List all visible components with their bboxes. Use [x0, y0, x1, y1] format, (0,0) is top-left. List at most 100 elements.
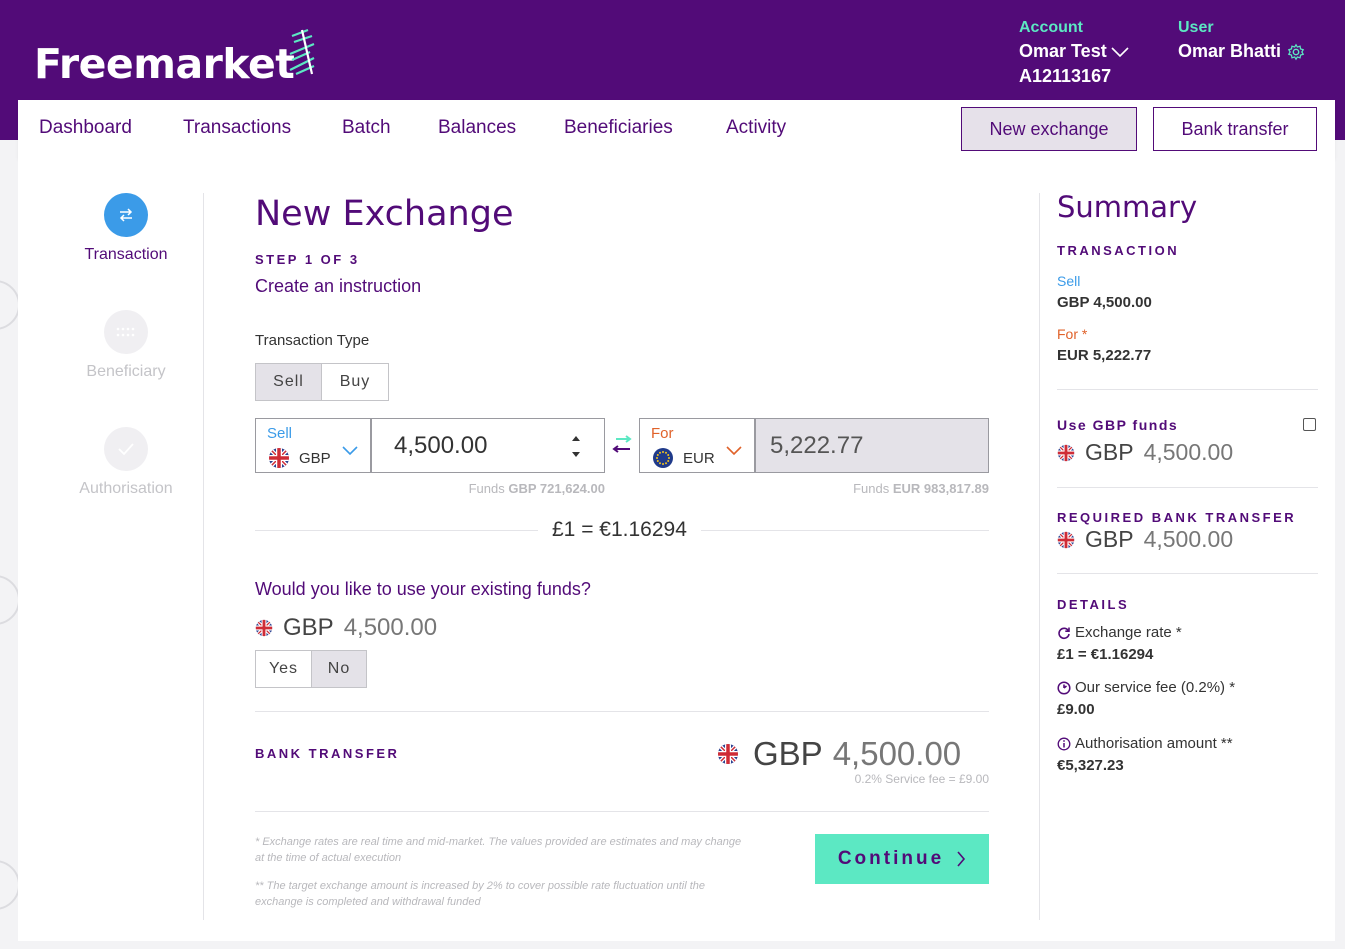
nav-batch[interactable]: Batch	[342, 117, 391, 139]
chevron-right-icon	[957, 851, 966, 867]
step-circle	[104, 310, 148, 354]
no-toggle[interactable]: No	[312, 651, 366, 687]
use-funds-checkbox[interactable]	[1303, 418, 1316, 431]
sell-currency-code: GBP	[299, 449, 331, 467]
nav-beneficiaries[interactable]: Beneficiaries	[564, 117, 673, 139]
summary-transaction-label: TRANSACTION	[1057, 243, 1180, 258]
transaction-type-toggle: Sell Buy	[255, 363, 389, 401]
page-title: New Exchange	[255, 194, 514, 234]
account-switcher[interactable]: Account Omar Test A12113167	[1019, 19, 1129, 87]
buy-toggle[interactable]: Buy	[322, 364, 388, 400]
check-icon	[118, 443, 134, 456]
background-decoration	[0, 575, 20, 625]
swap-icon	[119, 208, 133, 222]
exchange-rate: £1 = €1.16294	[538, 518, 701, 542]
summary-sell-label: Sell	[1057, 273, 1081, 289]
stepper-authorisation: Authorisation	[56, 427, 196, 498]
background-decoration	[0, 280, 20, 330]
step-label: Beneficiary	[86, 363, 166, 380]
use-funds-toggle: Yes No	[255, 650, 367, 688]
summary-for-value: EUR 5,222.77	[1057, 347, 1152, 364]
user-name[interactable]: Omar Bhatti	[1178, 41, 1305, 62]
footnote-target-amount: ** The target exchange amount is increas…	[255, 880, 706, 908]
divider	[255, 711, 989, 712]
chevron-down-icon	[342, 446, 358, 456]
exchange-card: Transaction Beneficiary Authorisation Ne…	[18, 158, 1335, 941]
chevron-down-icon	[726, 446, 742, 456]
sell-funds-balance: Funds GBP 721,624.00	[468, 481, 605, 496]
account-id: A12113167	[1019, 66, 1112, 86]
sell-label: Sell	[267, 425, 293, 442]
swap-arrows-icon[interactable]	[610, 435, 634, 455]
transaction-type-label: Transaction Type	[255, 332, 370, 349]
uk-flag-icon	[269, 448, 289, 468]
authorisation-amount-row: Authorisation amount **	[1057, 735, 1233, 752]
background-decoration	[0, 860, 20, 910]
step-label: Authorisation	[79, 480, 173, 497]
exchange-rate-row: Exchange rate *	[1057, 624, 1182, 641]
nav-balances[interactable]: Balances	[438, 117, 516, 139]
step-indicator: STEP 1 OF 3	[255, 252, 360, 267]
exchange-rate-value: £1 = €1.16294	[1057, 646, 1154, 663]
summary-title: Summary	[1057, 190, 1198, 224]
continue-button[interactable]: Continue	[815, 834, 989, 884]
stepper-transaction: Transaction	[56, 193, 196, 264]
for-currency-select[interactable]: For EUR	[639, 418, 755, 473]
account-label: Account	[1019, 19, 1083, 36]
divider	[1039, 193, 1040, 920]
gear-icon[interactable]	[1287, 43, 1305, 61]
refresh-icon	[1058, 626, 1070, 639]
required-transfer-label: REQUIRED BANK TRANSFER	[1057, 510, 1297, 525]
divider	[1057, 573, 1318, 574]
service-fee-note: 0.2% Service fee = £9.00	[854, 772, 989, 786]
eu-flag-icon	[653, 448, 673, 468]
sell-currency-select[interactable]: Sell GBP	[255, 418, 371, 473]
clock-icon	[1057, 680, 1071, 695]
uk-flag-icon	[718, 744, 738, 764]
nav-activity[interactable]: Activity	[726, 117, 786, 139]
step-label: Transaction	[84, 246, 168, 263]
service-fee-row: Our service fee (0.2%) *	[1057, 679, 1235, 696]
dots-icon	[116, 327, 135, 337]
uk-flag-icon	[1057, 444, 1075, 461]
page-subtitle: Create an instruction	[255, 276, 422, 296]
for-label: For	[651, 425, 674, 442]
summary-for-label: For *	[1057, 326, 1088, 342]
sell-toggle[interactable]: Sell	[256, 364, 322, 400]
divider	[203, 193, 204, 920]
summary-sell-value: GBP 4,500.00	[1057, 294, 1152, 311]
stepper-beneficiary: Beneficiary	[56, 310, 196, 381]
for-amount-readonly: 5,222.77	[755, 418, 989, 473]
use-funds-label: Use GBP funds	[1057, 417, 1179, 433]
sell-amount-input[interactable]: 4,500.00	[371, 418, 605, 473]
nav-transactions[interactable]: Transactions	[183, 117, 291, 139]
authorisation-amount-value: €5,327.23	[1057, 757, 1124, 774]
divider	[1057, 389, 1318, 390]
info-icon	[1057, 737, 1071, 750]
use-funds-amount: GBP 4,500.00	[1057, 439, 1233, 466]
bank-transfer-button[interactable]: Bank transfer	[1153, 107, 1317, 151]
for-funds-balance: Funds EUR 983,817.89	[853, 481, 989, 496]
logo: Freemarket	[34, 40, 295, 88]
account-name[interactable]: Omar Test	[1019, 41, 1129, 62]
user-menu[interactable]: User Omar Bhatti	[1178, 19, 1305, 62]
main-nav: Dashboard Transactions Batch Balances Be…	[18, 100, 1335, 158]
uk-flag-icon	[1057, 531, 1075, 548]
divider	[255, 811, 989, 812]
footnote-exchange-rates: * Exchange rates are real time and mid-m…	[255, 836, 742, 864]
required-transfer-amount: GBP 4,500.00	[1057, 526, 1233, 553]
service-fee-value: £9.00	[1057, 701, 1095, 718]
new-exchange-button[interactable]: New exchange	[961, 107, 1137, 151]
divider	[1057, 487, 1318, 488]
nav-dashboard[interactable]: Dashboard	[39, 117, 132, 139]
step-circle	[104, 193, 148, 237]
step-circle	[104, 427, 148, 471]
chevron-down-icon	[1111, 46, 1129, 57]
for-currency-code: EUR	[683, 449, 715, 467]
uk-flag-icon	[255, 619, 273, 637]
yes-toggle[interactable]: Yes	[256, 651, 312, 687]
bank-transfer-amount: GBP 4,500.00	[717, 735, 961, 773]
stepper-arrows-icon[interactable]	[570, 433, 582, 461]
existing-funds-amount: GBP 4,500.00	[255, 614, 437, 642]
user-label: User	[1178, 19, 1214, 36]
